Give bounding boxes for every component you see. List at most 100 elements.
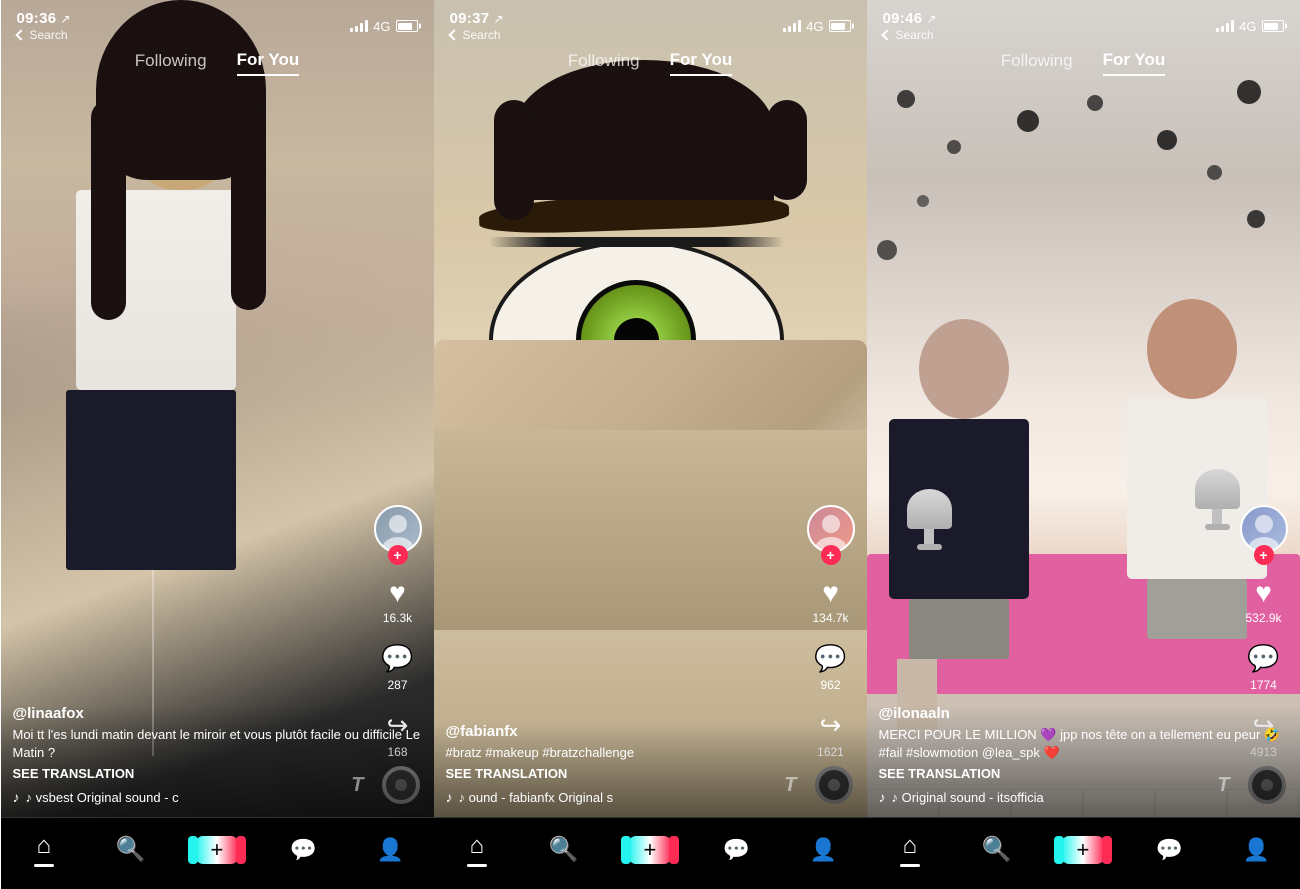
bottom-nav-2: ⌂ 🔍 + 💬 👤 bbox=[434, 817, 867, 889]
like-button-3[interactable]: ♥ 532.9k bbox=[1245, 579, 1281, 625]
status-time-3: 09:46 bbox=[883, 10, 923, 27]
nav-profile-2[interactable]: 👤 bbox=[780, 839, 867, 861]
network-type-1: 4G bbox=[373, 19, 390, 34]
battery-icon-1 bbox=[396, 20, 418, 32]
status-search-2[interactable]: Search bbox=[450, 28, 504, 42]
heart-icon-3: ♥ bbox=[1255, 579, 1272, 607]
username-2[interactable]: @fabianfx bbox=[446, 723, 855, 740]
bottom-nav-3: ⌂ 🔍 + 💬 👤 bbox=[867, 817, 1300, 889]
status-search-1[interactable]: Search bbox=[17, 28, 71, 42]
add-button-2[interactable]: + bbox=[629, 836, 671, 864]
follow-button-1[interactable]: + bbox=[388, 545, 408, 565]
tab-foryou-3[interactable]: For You bbox=[1103, 50, 1166, 76]
sound-text-1: ♪ vsbest Original sound - c bbox=[26, 790, 179, 805]
heart-icon-2: ♥ bbox=[822, 579, 839, 607]
comment-button-2[interactable]: 💬 962 bbox=[814, 643, 846, 692]
comment-count-3: 1774 bbox=[1250, 678, 1277, 692]
home-icon-3: ⌂ bbox=[903, 832, 918, 860]
nav-add-1[interactable]: + bbox=[174, 836, 261, 864]
sound-text-2: ♪ ound - fabianfx Original s bbox=[459, 790, 614, 805]
tab-foryou-2[interactable]: For You bbox=[670, 50, 733, 76]
back-chevron-1 bbox=[15, 29, 26, 40]
nav-inbox-1[interactable]: 💬 bbox=[260, 839, 347, 861]
signal-bars-2 bbox=[783, 20, 801, 32]
status-bar-2: 09:37 ↗ Search 4G bbox=[434, 0, 867, 44]
like-count-3: 532.9k bbox=[1245, 611, 1281, 625]
back-chevron-3 bbox=[881, 29, 892, 40]
battery-icon-2 bbox=[829, 20, 851, 32]
music-note-icon-3: ♪ bbox=[879, 789, 886, 805]
avatar-container-3[interactable]: + bbox=[1240, 505, 1288, 561]
nav-profile-3[interactable]: 👤 bbox=[1213, 839, 1300, 861]
home-icon-2: ⌂ bbox=[470, 832, 485, 860]
nav-add-3[interactable]: + bbox=[1040, 836, 1127, 864]
nav-tabs-1: Following For You bbox=[1, 44, 434, 76]
home-underline-1 bbox=[34, 864, 54, 867]
caption-3: MERCI POUR LE MILLION 💜 jpp nos tête on … bbox=[879, 726, 1288, 762]
tab-following-2[interactable]: Following bbox=[568, 51, 640, 75]
nav-search-1[interactable]: 🔍 bbox=[87, 838, 174, 862]
avatar-container-1[interactable]: + bbox=[374, 505, 422, 561]
nav-profile-1[interactable]: 👤 bbox=[347, 839, 434, 861]
home-underline-2 bbox=[467, 864, 487, 867]
add-button-3[interactable]: + bbox=[1062, 836, 1104, 864]
music-note-icon-1: ♪ bbox=[13, 789, 20, 805]
status-right-3: 4G bbox=[1216, 19, 1283, 34]
back-chevron-2 bbox=[448, 29, 459, 40]
battery-fill-1 bbox=[398, 23, 412, 30]
sound-text-3: ♪ Original sound - itsofficia bbox=[892, 790, 1044, 805]
status-search-3[interactable]: Search bbox=[883, 28, 937, 42]
nav-home-3[interactable]: ⌂ bbox=[867, 832, 954, 867]
music-note-icon-2: ♪ bbox=[446, 789, 453, 805]
bottom-overlay-3: @ilonaaln MERCI POUR LE MILLION 💜 jpp no… bbox=[867, 705, 1300, 817]
inbox-icon-2: 💬 bbox=[723, 839, 750, 861]
search-icon-3: 🔍 bbox=[981, 838, 1011, 862]
network-type-3: 4G bbox=[1239, 19, 1256, 34]
avatar-container-2[interactable]: + bbox=[807, 505, 855, 561]
tiktok-logo-2: T bbox=[784, 774, 796, 797]
network-type-2: 4G bbox=[806, 19, 823, 34]
caption-2: #bratz #makeup #bratzchallenge bbox=[446, 744, 855, 762]
follow-button-2[interactable]: + bbox=[821, 545, 841, 565]
nav-search-3[interactable]: 🔍 bbox=[953, 838, 1040, 862]
phone-2: 09:37 ↗ Search 4G bbox=[434, 0, 867, 889]
profile-icon-2: 👤 bbox=[809, 839, 836, 861]
nav-search-2[interactable]: 🔍 bbox=[520, 838, 607, 862]
comment-button-1[interactable]: 💬 287 bbox=[381, 643, 413, 692]
bottom-overlay-2: @fabianfx #bratz #makeup #bratzchallenge… bbox=[434, 723, 867, 817]
tab-following-3[interactable]: Following bbox=[1001, 51, 1073, 75]
direction-icon-1: ↗ bbox=[60, 12, 70, 26]
tab-following-1[interactable]: Following bbox=[135, 51, 207, 75]
phones-container: 09:36 ↗ Search 4G bbox=[0, 0, 1300, 889]
like-count-2: 134.7k bbox=[812, 611, 848, 625]
home-underline-3 bbox=[900, 864, 920, 867]
add-button-1[interactable]: + bbox=[196, 836, 238, 864]
comment-icon-3: 💬 bbox=[1247, 643, 1279, 674]
like-button-1[interactable]: ♥ 16.3k bbox=[383, 579, 412, 625]
phone-3: 09:46 ↗ Search 4G bbox=[867, 0, 1300, 889]
username-1[interactable]: @linaafox bbox=[13, 705, 422, 722]
comment-button-3[interactable]: 💬 1774 bbox=[1247, 643, 1279, 692]
username-3[interactable]: @ilonaaln bbox=[879, 705, 1288, 722]
battery-fill-3 bbox=[1264, 23, 1278, 30]
comment-icon-2: 💬 bbox=[814, 643, 846, 674]
profile-icon-1: 👤 bbox=[376, 839, 403, 861]
status-right-2: 4G bbox=[783, 19, 850, 34]
follow-button-3[interactable]: + bbox=[1254, 545, 1274, 565]
nav-home-1[interactable]: ⌂ bbox=[1, 832, 88, 867]
nav-inbox-2[interactable]: 💬 bbox=[693, 839, 780, 861]
tiktok-logo-3: T bbox=[1217, 774, 1229, 797]
heart-icon-1: ♥ bbox=[389, 579, 406, 607]
comment-count-2: 962 bbox=[820, 678, 840, 692]
home-icon-1: ⌂ bbox=[37, 832, 52, 860]
search-icon-2: 🔍 bbox=[548, 838, 578, 862]
like-button-2[interactable]: ♥ 134.7k bbox=[812, 579, 848, 625]
battery-fill-2 bbox=[831, 23, 845, 30]
bottom-overlay-1: @linaafox Moi tt l'es lundi matin devant… bbox=[1, 705, 434, 817]
direction-icon-3: ↗ bbox=[926, 12, 936, 26]
tab-foryou-1[interactable]: For You bbox=[237, 50, 300, 76]
nav-home-2[interactable]: ⌂ bbox=[434, 832, 521, 867]
inbox-icon-1: 💬 bbox=[290, 839, 317, 861]
nav-inbox-3[interactable]: 💬 bbox=[1126, 839, 1213, 861]
nav-add-2[interactable]: + bbox=[607, 836, 694, 864]
